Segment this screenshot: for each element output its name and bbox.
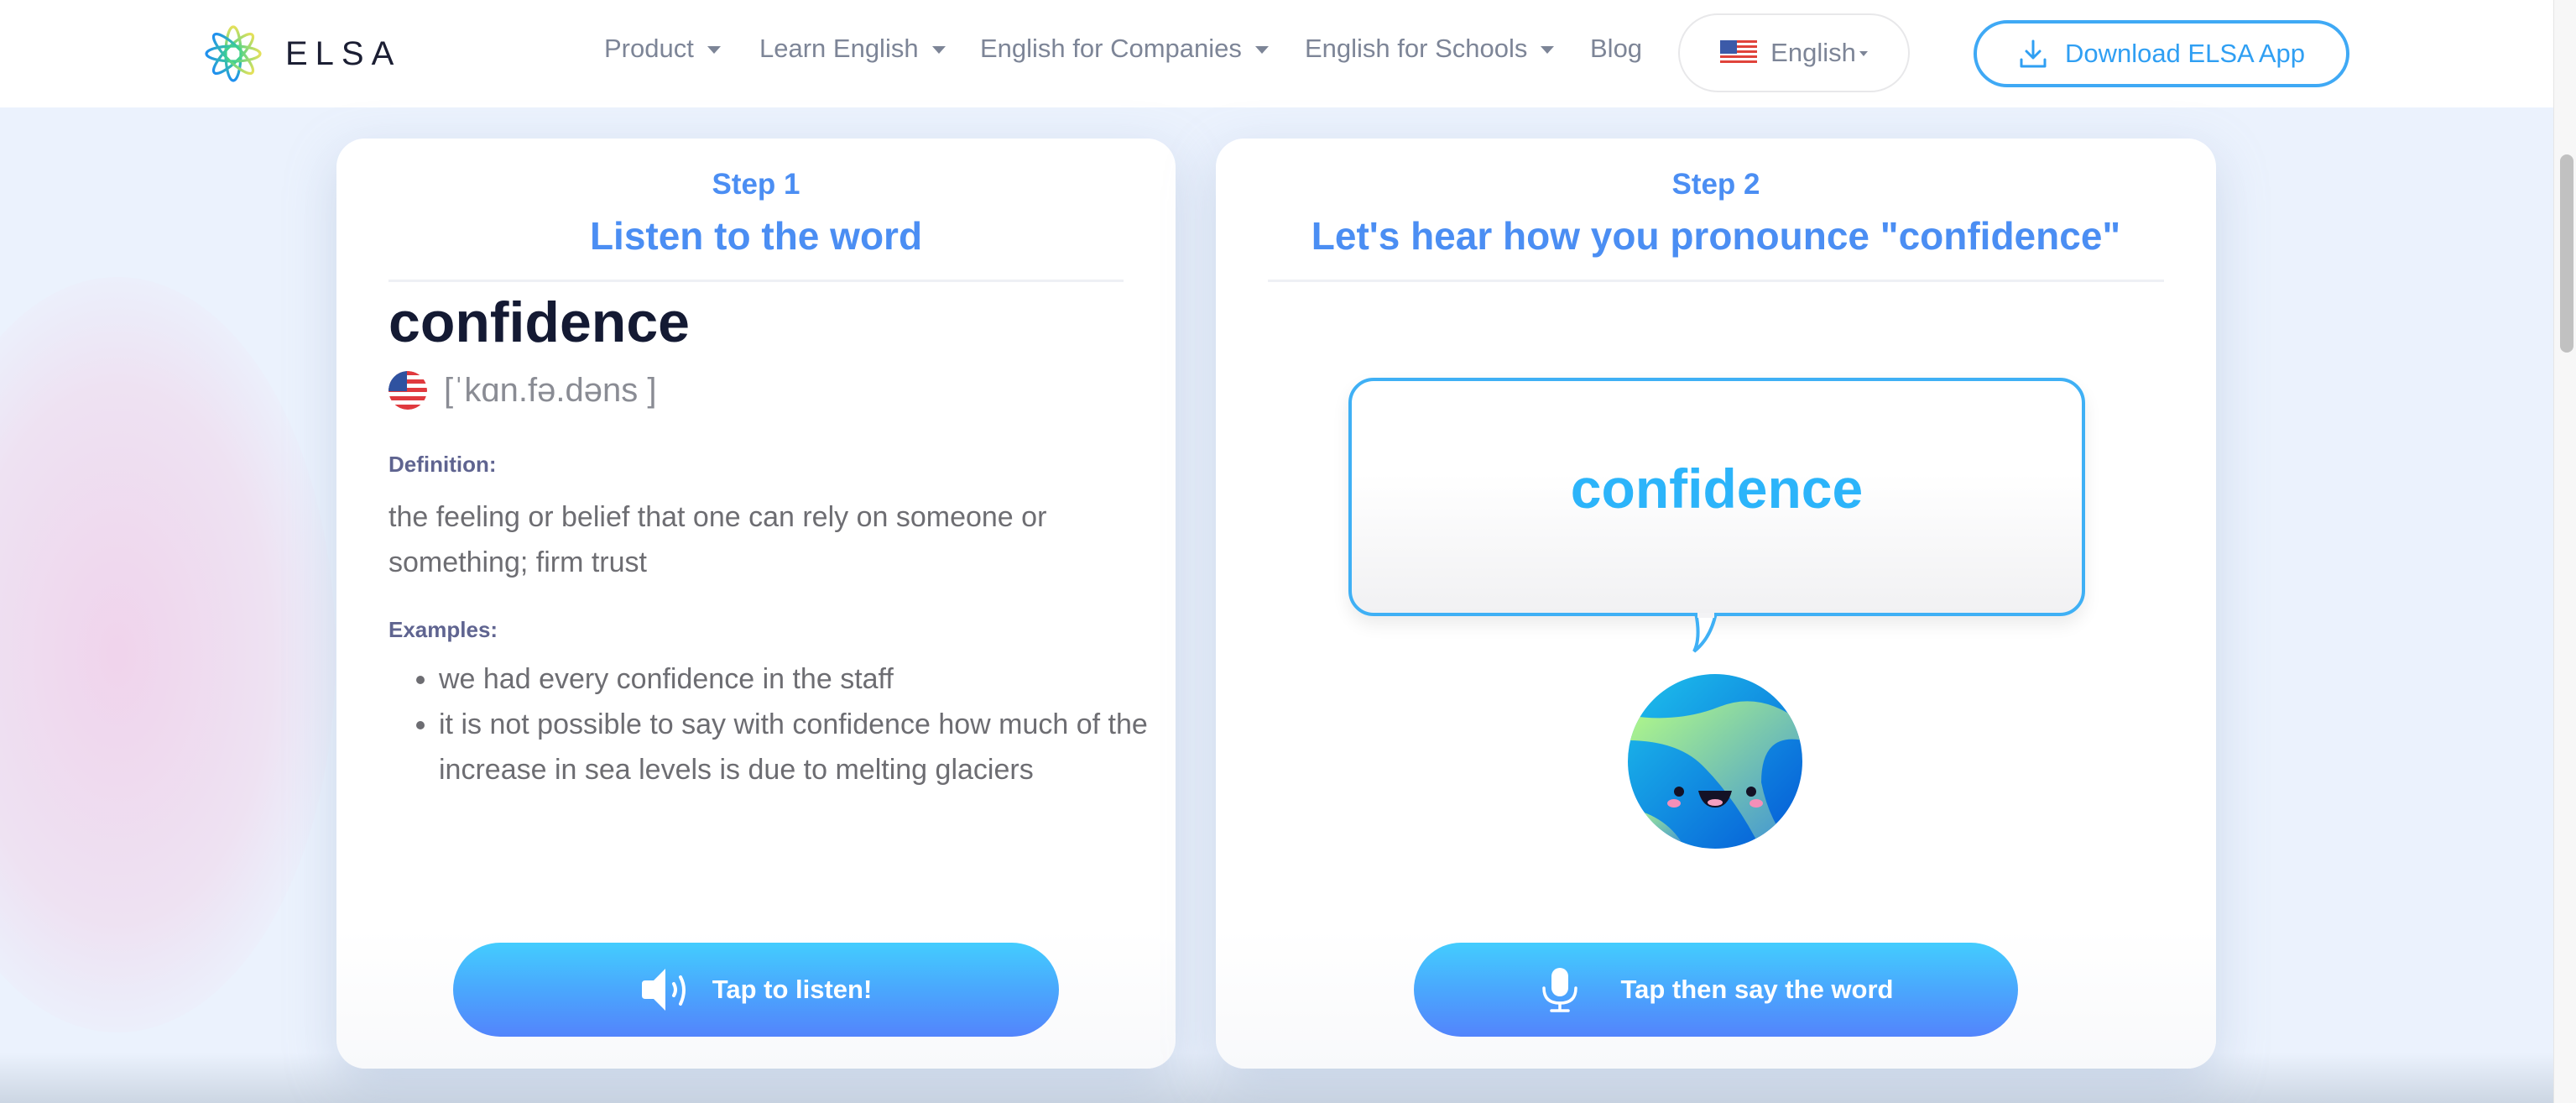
definition-text: the feeling or belief that one can rely … bbox=[388, 501, 1047, 578]
elsa-logo[interactable]: ELSA bbox=[200, 20, 401, 87]
examples-label: Examples: bbox=[388, 617, 498, 642]
speech-bubble: confidence bbox=[1348, 378, 2085, 616]
nav-item-label: Blog bbox=[1590, 34, 1643, 63]
example-item: we had every confidence in the staff bbox=[439, 656, 1177, 702]
nav-item-blog[interactable]: Blog bbox=[1590, 34, 1642, 64]
step1-label: Step 1 bbox=[712, 168, 800, 201]
target-word: confidence bbox=[388, 290, 690, 354]
nav-item-english-for-schools[interactable]: English for Schools bbox=[1305, 34, 1555, 64]
tap-to-listen-button[interactable]: Tap to listen! bbox=[453, 943, 1059, 1037]
speaker-icon bbox=[641, 969, 686, 1011]
step2-card: Step 2 Let's hear how you pronounce "con… bbox=[1216, 139, 2216, 1069]
background-decoration bbox=[0, 277, 336, 1032]
scrollbar[interactable] bbox=[2553, 0, 2576, 1103]
caret-down-icon bbox=[1541, 45, 1555, 54]
nav-item-learn-english[interactable]: Learn English bbox=[759, 34, 946, 64]
button-label: Tap to listen! bbox=[712, 975, 873, 1004]
divider bbox=[1268, 280, 2164, 282]
planet-mascot-icon bbox=[1628, 674, 1802, 849]
download-label: Download ELSA App bbox=[2064, 39, 2306, 68]
scrollbar-thumb[interactable] bbox=[2560, 154, 2573, 353]
nav-item-product[interactable]: Product bbox=[604, 34, 721, 64]
step1-card: Step 1 Listen to the word confidence [ˈk… bbox=[336, 139, 1176, 1069]
us-flag-icon bbox=[1720, 40, 1758, 65]
step1-title: Listen to the word bbox=[589, 214, 923, 258]
brand-name: ELSA bbox=[285, 34, 402, 72]
phonetic-transcription: [ˈkɑn.fə.dəns ] bbox=[444, 371, 657, 409]
nav-item-label: Learn English bbox=[759, 34, 919, 63]
step2-label: Step 2 bbox=[1671, 168, 1760, 201]
nav-item-english-for-companies[interactable]: English for Companies bbox=[980, 34, 1269, 64]
caret-down-icon bbox=[707, 45, 721, 54]
download-app-button[interactable]: Download ELSA App bbox=[1974, 20, 2349, 87]
speech-bubble-tail bbox=[1692, 613, 1718, 653]
examples-list: we had every confidence in the staff it … bbox=[388, 656, 1177, 792]
example-item: it is not possible to say with confidenc… bbox=[439, 702, 1177, 792]
button-label: Tap then say the word bbox=[1620, 975, 1894, 1004]
bubble-word: confidence bbox=[1570, 457, 1864, 520]
caret-down-icon bbox=[931, 45, 946, 54]
divider bbox=[388, 280, 1124, 282]
nav-item-label: English for Schools bbox=[1305, 34, 1528, 63]
nav-item-label: Product bbox=[604, 34, 694, 63]
step2-title: Let's hear how you pronounce "confidence… bbox=[1311, 214, 2121, 258]
elsa-logo-icon bbox=[205, 25, 262, 82]
caret-down-icon bbox=[1254, 45, 1269, 54]
phonetic-row: [ˈkɑn.fə.dəns ] bbox=[388, 371, 656, 410]
language-label: English bbox=[1770, 38, 1856, 67]
definition-label: Definition: bbox=[388, 452, 497, 477]
top-navigation: ELSA Product Learn English English for C… bbox=[0, 0, 2553, 107]
tap-then-say-button[interactable]: Tap then say the word bbox=[1414, 943, 2018, 1037]
us-flag-icon[interactable] bbox=[388, 371, 427, 410]
nav-item-label: English for Companies bbox=[980, 34, 1242, 63]
microphone-icon bbox=[1541, 968, 1577, 1012]
caret-down-icon bbox=[1859, 51, 1868, 56]
language-selector[interactable]: English bbox=[1678, 13, 1910, 92]
download-icon bbox=[2020, 39, 2047, 68]
